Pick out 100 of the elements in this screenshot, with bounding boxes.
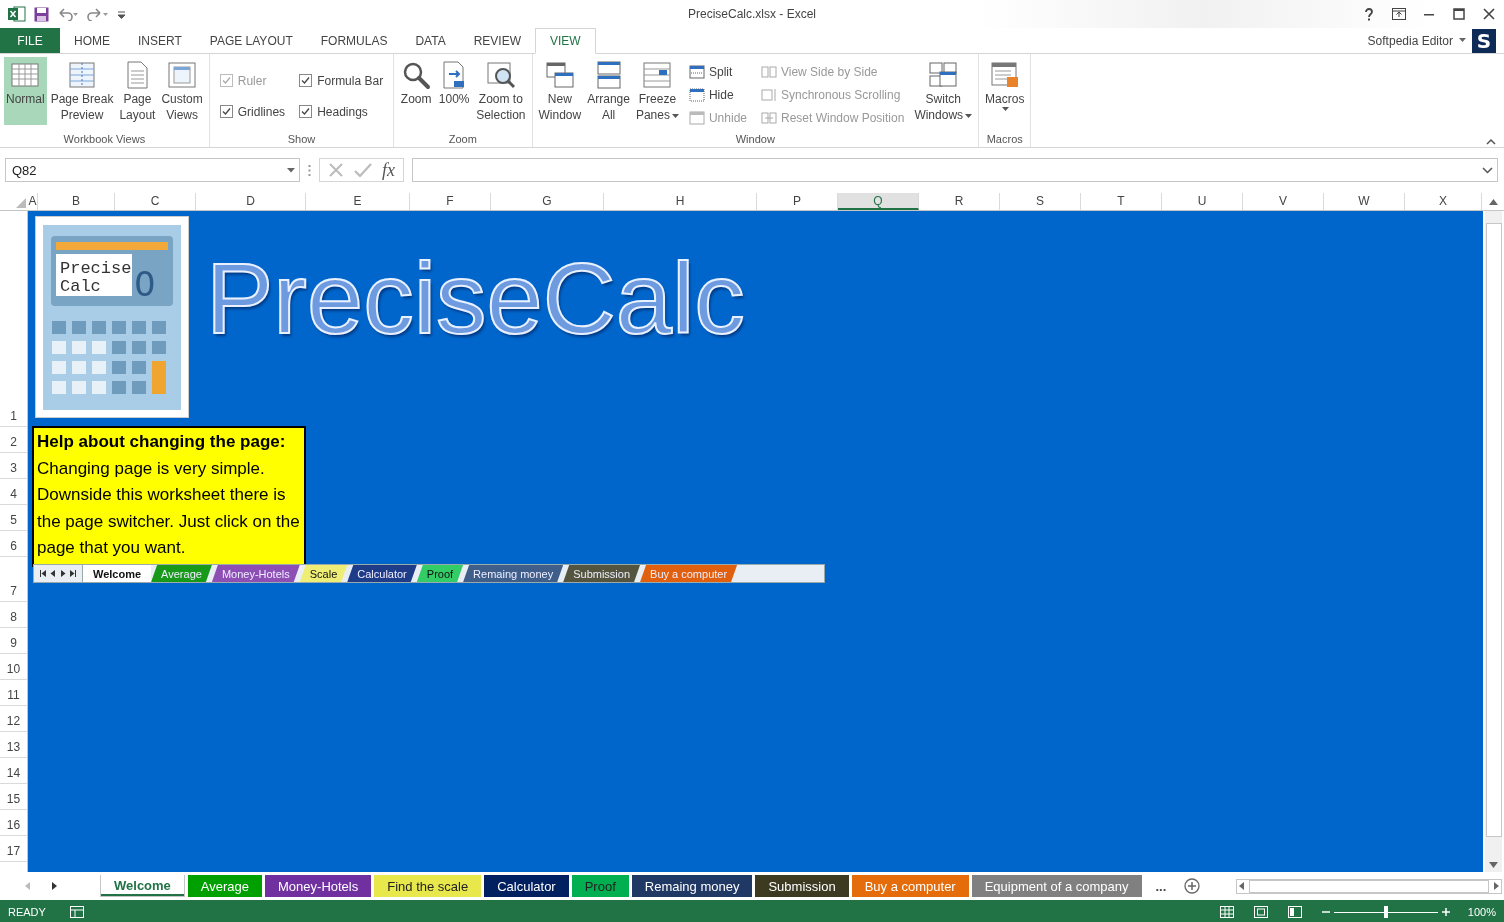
column-header[interactable]: B [38,193,115,210]
sheet-tab[interactable]: Remaing money [631,875,753,897]
ribbon-tab[interactable]: HOME [60,28,124,53]
ribbon-tab[interactable]: REVIEW [459,28,535,53]
ribbon-button[interactable]: Switch Windows [912,57,975,125]
row-header[interactable]: 17 [6,844,21,858]
checkbox[interactable]: Formula Bar [299,65,384,96]
ribbon-tab[interactable]: PAGE LAYOUT [195,28,307,53]
column-header[interactable]: C [115,193,196,210]
row-header[interactable]: 2 [10,435,17,449]
page-layout-view-icon[interactable] [1253,906,1268,918]
expand-icon[interactable] [1482,166,1493,174]
ribbon-tab[interactable]: DATA [401,28,460,53]
ribbon-tab[interactable]: FILE [0,28,60,53]
sheet-tab[interactable]: Calculator [484,875,569,897]
column-header[interactable]: D [196,193,306,210]
ribbon-tab[interactable]: INSERT [124,28,196,53]
ribbon-button[interactable]: New Window [536,57,584,125]
page-link[interactable]: Calculator [347,565,417,582]
checkbox[interactable]: Headings [299,96,384,127]
collapse-ribbon-icon[interactable] [1486,138,1496,145]
row-header[interactable]: 1 [10,409,17,423]
save-icon[interactable] [34,6,49,22]
page-link[interactable]: Remaing money [463,565,564,582]
zoom-level[interactable]: 100% [1467,906,1496,918]
checkbox[interactable]: Gridlines [219,96,286,127]
name-box[interactable]: Q82 [5,158,300,182]
column-header[interactable]: E [306,193,410,210]
undo-icon[interactable] [57,7,79,21]
arrow-icon[interactable] [52,882,57,890]
ribbon-button[interactable]: Freeze Panes [633,57,681,125]
insert-function-button[interactable]: fx [382,159,395,181]
ribbon-button[interactable]: Zoom to Selection [474,57,528,125]
ribbon-button[interactable]: 100% [436,57,473,125]
sheet-tab[interactable]: Welcome [100,875,185,897]
add-sheet-icon[interactable] [1184,878,1201,894]
row-header[interactable]: 13 [6,740,21,754]
row-header[interactable]: 12 [6,714,21,728]
macro-record-icon[interactable] [69,906,84,918]
account-name[interactable]: Softpedia Editor [1367,33,1453,48]
page-link[interactable]: Welcome [83,565,152,582]
page-link[interactable]: Money-Hotels [211,565,300,582]
ribbon-button[interactable]: Hide [688,83,747,106]
page-link[interactable]: Scale [299,565,348,582]
normal-view-icon[interactable] [1219,906,1234,918]
page-break-view-icon[interactable] [1287,906,1302,918]
row-header[interactable]: 11 [7,688,20,702]
page-link[interactable]: Proof [416,565,464,582]
row-header[interactable]: 7 [10,584,17,598]
column-header[interactable]: R [919,193,1000,210]
column-header[interactable]: F [410,193,491,210]
skip-arrow-icon[interactable] [40,570,46,577]
row-header[interactable]: 8 [10,610,17,624]
column-header[interactable]: W [1324,193,1405,210]
row-header[interactable]: 5 [10,513,17,527]
ribbon-button[interactable]: Zoom [398,57,435,125]
column-header[interactable]: Q [838,193,919,210]
check-icon[interactable] [354,162,372,178]
row-header[interactable]: 10 [6,662,21,676]
row-header[interactable]: 9 [10,636,17,650]
column-header[interactable]: V [1243,193,1324,210]
scroll-down-icon[interactable] [1489,862,1498,868]
customize-icon[interactable] [117,9,126,19]
sheet-tab[interactable]: Proof [571,875,629,897]
ribbon-button[interactable]: Macros [983,57,1027,125]
column-header[interactable]: T [1081,193,1162,210]
column-header[interactable]: S [1000,193,1081,210]
more-tabs-button[interactable]: ... [1149,877,1173,895]
ribbon-button[interactable]: Custom Views [159,57,205,125]
column-header[interactable]: A [28,193,38,210]
page-link[interactable]: Submission [563,565,641,582]
row-header[interactable]: 16 [6,818,21,832]
column-header[interactable]: G [491,193,604,210]
column-header[interactable]: H [604,193,757,210]
skip-arrow-icon[interactable] [70,570,76,577]
sheet-tab[interactable]: Money-Hotels [265,875,372,897]
sheet-tab[interactable]: Submission [755,875,849,897]
ribbon-button[interactable]: Page Break Preview [48,57,116,125]
sheet-tab[interactable]: Find the scale [374,875,482,897]
horizontal-scrollbar[interactable] [1236,878,1503,894]
column-header[interactable]: X [1405,193,1482,210]
row-header[interactable]: 14 [6,766,21,780]
ribbon-button[interactable]: Normal [4,57,47,125]
scroll-thumb[interactable] [1485,223,1502,837]
formula-input[interactable] [412,158,1498,182]
row-header[interactable]: 3 [10,461,17,475]
ribbon-tab[interactable]: VIEW [535,28,596,54]
ribbon-button[interactable]: Page Layout [117,57,158,125]
caret-icon[interactable] [1459,38,1466,43]
zoom-in-icon[interactable] [1441,908,1450,916]
sheet-tab[interactable]: Equipment of a company [971,875,1142,897]
account-avatar[interactable]: S [1472,28,1496,53]
ribbon-button[interactable]: Split [688,60,747,83]
row-header[interactable]: 4 [10,487,17,501]
row-header[interactable]: 15 [6,792,21,806]
ribbon-tab[interactable]: FORMULAS [306,28,402,53]
excel-logo-icon[interactable] [8,6,26,22]
splitter-handle[interactable] [308,164,311,176]
redo-icon[interactable] [87,7,109,21]
scroll-up-icon[interactable] [1488,198,1498,205]
